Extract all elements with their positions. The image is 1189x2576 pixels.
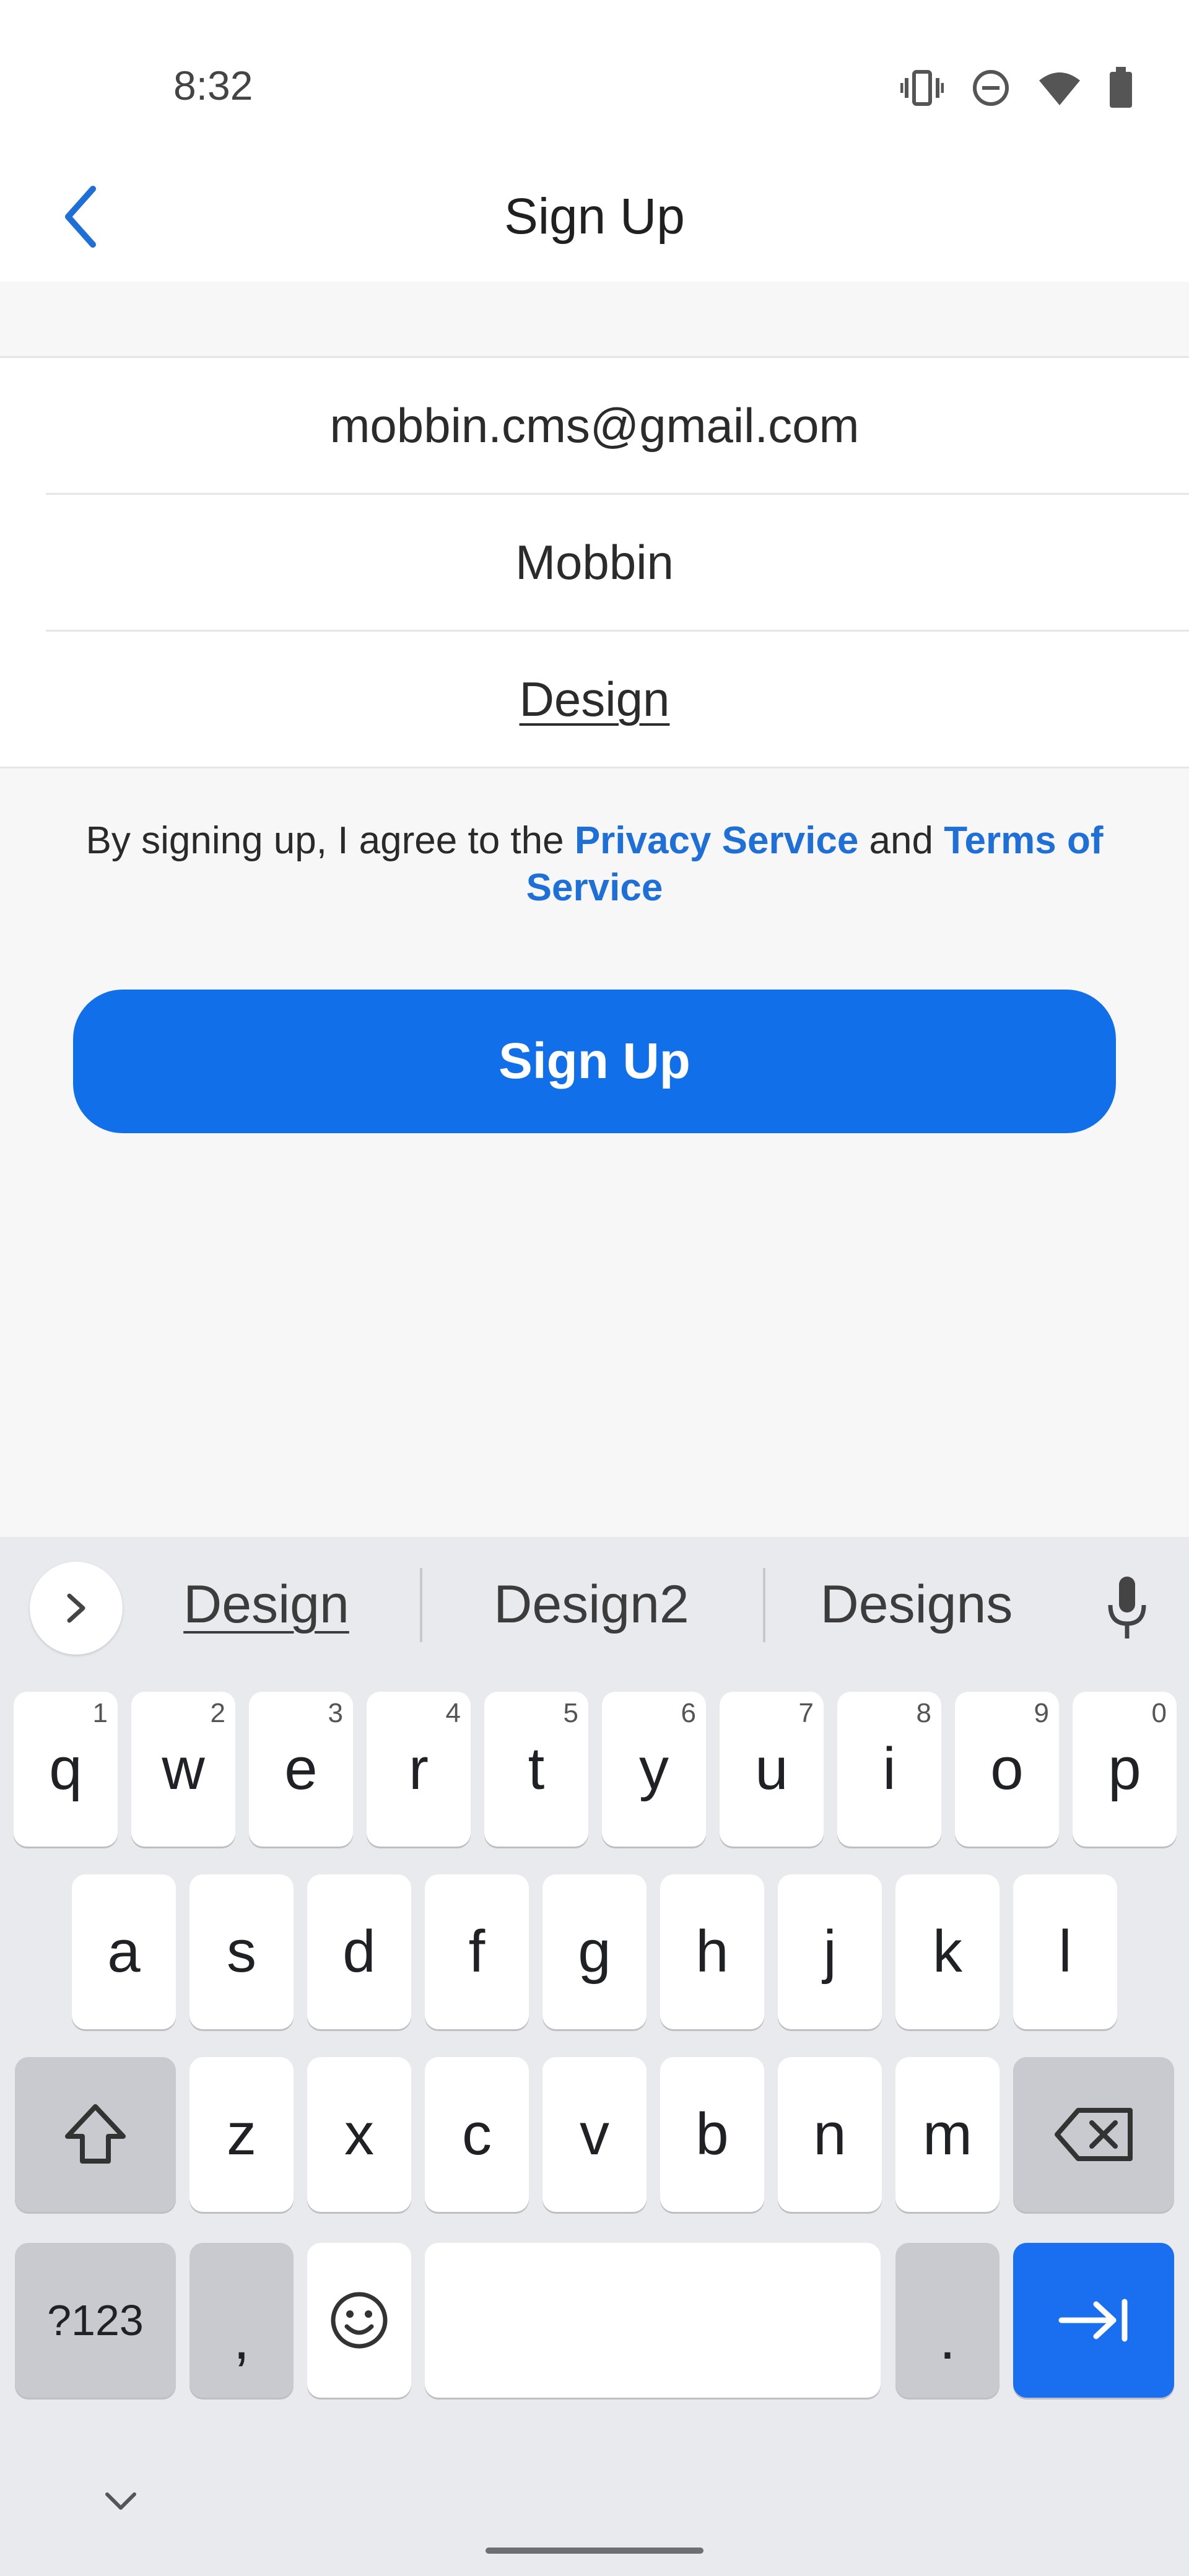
key-f[interactable]: f <box>425 1874 529 2029</box>
suggestion-separator <box>763 1568 765 1642</box>
key-label: r <box>409 1736 429 1802</box>
signup-button[interactable]: Sign Up <box>73 990 1116 1133</box>
key-g[interactable]: g <box>542 1874 647 2029</box>
name-field[interactable]: Mobbin <box>0 495 1189 630</box>
key-y[interactable]: y6 <box>602 1692 706 1847</box>
key-label: q <box>49 1736 82 1802</box>
status-time: 8:32 <box>173 63 253 108</box>
microphone-button[interactable] <box>1096 1571 1158 1645</box>
active-input-value: Design <box>519 671 670 726</box>
key-s[interactable]: s <box>189 1874 294 2029</box>
header: Sign Up <box>0 180 1189 282</box>
suggestion-3[interactable]: Designs <box>786 1574 1047 1635</box>
key-c[interactable]: c <box>425 2057 529 2212</box>
suggestion-2[interactable]: Design2 <box>461 1574 721 1635</box>
key-hint-number: 3 <box>328 1698 343 1728</box>
key-label: w <box>162 1736 205 1802</box>
key-o[interactable]: o9 <box>955 1692 1059 1847</box>
hide-keyboard-button[interactable] <box>99 2483 142 2520</box>
shift-icon <box>65 2104 126 2164</box>
key-hint-number: 6 <box>681 1698 696 1728</box>
key-label: p <box>1108 1736 1141 1802</box>
key-hint-number: 0 <box>1151 1698 1167 1728</box>
key-hint-number: 1 <box>92 1698 108 1728</box>
status-icons <box>900 67 1133 109</box>
backspace-icon <box>1055 2108 1133 2161</box>
period-key[interactable]: . <box>895 2243 1000 2398</box>
chevron-down-icon <box>105 2492 136 2510</box>
space-key[interactable] <box>425 2243 881 2398</box>
key-u[interactable]: u7 <box>720 1692 824 1847</box>
emoji-key[interactable] <box>307 2243 411 2398</box>
key-r[interactable]: r4 <box>367 1692 471 1847</box>
status-bar: 8:32 <box>0 0 1189 180</box>
key-hint-number: 4 <box>445 1698 461 1728</box>
do-not-disturb-icon <box>971 68 1011 108</box>
key-a[interactable]: a <box>72 1874 176 2029</box>
key-v[interactable]: v <box>542 2057 647 2212</box>
next-key[interactable] <box>1013 2243 1174 2398</box>
key-label: i <box>882 1736 896 1802</box>
key-e[interactable]: e3 <box>249 1692 353 1847</box>
tab-next-icon <box>1058 2299 1128 2342</box>
key-label: e <box>284 1736 318 1802</box>
key-p[interactable]: p0 <box>1073 1692 1177 1847</box>
key-hint-number: 9 <box>1034 1698 1049 1728</box>
key-label: t <box>528 1736 545 1802</box>
microphone-icon <box>1108 1577 1146 1638</box>
vibrate-icon <box>900 69 944 107</box>
key-label: o <box>990 1736 1024 1802</box>
key-hint-number: 8 <box>916 1698 931 1728</box>
suggestion-bar: Design Design2 Designs <box>0 1537 1189 1673</box>
key-l[interactable]: l <box>1013 1874 1117 2029</box>
agreement-middle: and <box>858 819 944 862</box>
key-k[interactable]: k <box>895 1874 1000 2029</box>
key-z[interactable]: z <box>189 2057 294 2212</box>
key-i[interactable]: i8 <box>837 1692 941 1847</box>
active-input-field[interactable]: Design <box>0 632 1189 767</box>
key-q[interactable]: q1 <box>14 1692 118 1847</box>
comma-key[interactable]: , <box>189 2243 294 2398</box>
agreement-prefix: By signing up, I agree to the <box>85 819 575 862</box>
suggestion-separator <box>420 1568 422 1642</box>
wifi-icon <box>1038 69 1081 107</box>
key-x[interactable]: x <box>307 2057 411 2212</box>
expand-toolbar-button[interactable] <box>30 1562 123 1655</box>
name-value: Mobbin <box>515 534 674 590</box>
key-w[interactable]: w2 <box>131 1692 235 1847</box>
key-t[interactable]: t5 <box>484 1692 588 1847</box>
key-b[interactable]: b <box>660 2057 764 2212</box>
key-label: u <box>755 1736 788 1802</box>
privacy-link[interactable]: Privacy Service <box>575 819 859 862</box>
keyboard: Design Design2 Designs q1w2e3r4t5y6u7i8o… <box>0 1537 1189 2576</box>
signup-form: mobbin.cms@gmail.com Mobbin Design <box>0 356 1189 768</box>
battery-icon <box>1108 67 1133 109</box>
agreement-text: By signing up, I agree to the Privacy Se… <box>74 817 1115 912</box>
key-hint-number: 2 <box>210 1698 225 1728</box>
key-d[interactable]: d <box>307 1874 411 2029</box>
page-title: Sign Up <box>504 188 685 245</box>
email-field[interactable]: mobbin.cms@gmail.com <box>0 358 1189 493</box>
backspace-key[interactable] <box>1013 2057 1174 2212</box>
key-n[interactable]: n <box>778 2057 882 2212</box>
key-m[interactable]: m <box>895 2057 1000 2212</box>
chevron-right-icon <box>67 1593 85 1623</box>
home-indicator[interactable] <box>486 2548 703 2554</box>
symbols-key[interactable]: ?123 <box>15 2243 176 2398</box>
email-value: mobbin.cms@gmail.com <box>329 398 860 453</box>
key-label: y <box>639 1736 669 1802</box>
key-j[interactable]: j <box>778 1874 882 2029</box>
key-h[interactable]: h <box>660 1874 764 2029</box>
smiley-icon <box>331 2292 388 2349</box>
suggestion-1[interactable]: Design <box>136 1574 396 1635</box>
key-hint-number: 5 <box>563 1698 578 1728</box>
shift-key[interactable] <box>15 2057 176 2212</box>
key-hint-number: 7 <box>798 1698 814 1728</box>
